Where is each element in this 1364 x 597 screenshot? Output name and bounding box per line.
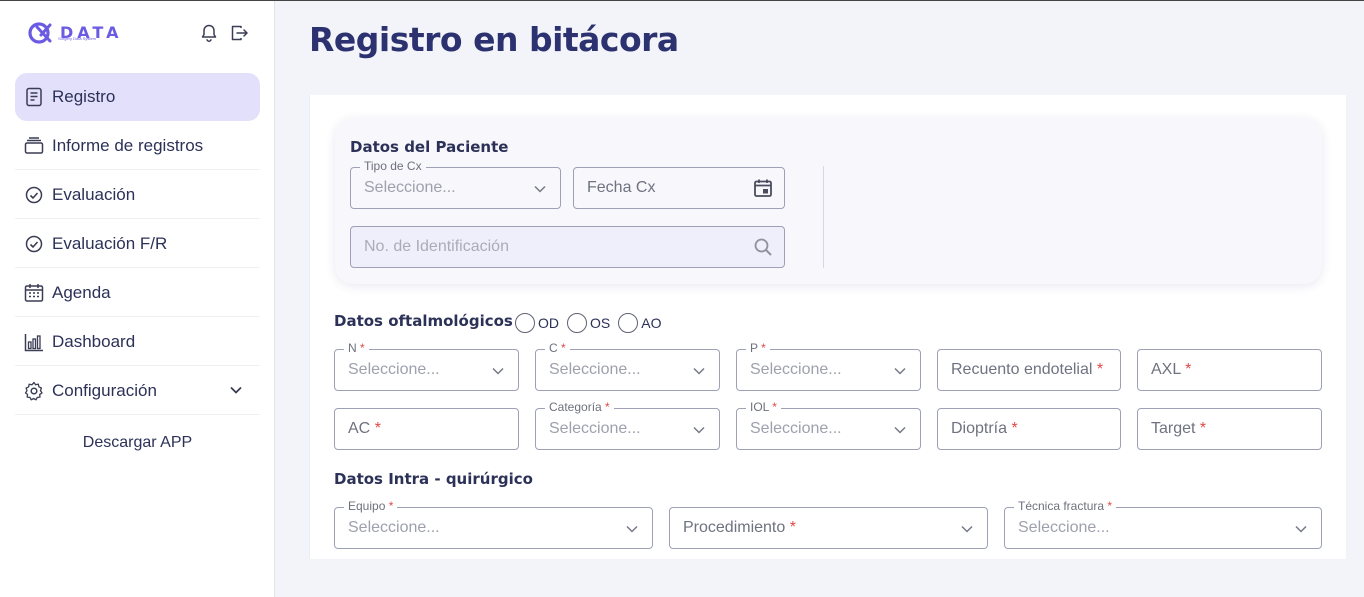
- logout-icon[interactable]: [229, 23, 249, 43]
- n-value: Seleccione...: [348, 361, 440, 378]
- sidebar-item-label: Configuración: [52, 380, 157, 400]
- page-title: Registro en bitácora: [309, 20, 679, 59]
- tecnica-fractura-value: Seleccione...: [1018, 519, 1110, 536]
- tipo-cx-value: Seleccione...: [364, 179, 456, 196]
- procedimiento-select[interactable]: Procedimiento *: [669, 507, 988, 549]
- check-circle-icon: [24, 185, 44, 205]
- intra-section-title: Datos Intra - quirúrgico: [334, 470, 533, 488]
- recuento-endotelial-input[interactable]: Recuento endotelial *: [937, 349, 1121, 391]
- fecha-cx-field[interactable]: Fecha Cx: [573, 167, 785, 209]
- check-circle-icon: [24, 234, 44, 254]
- iol-value: Seleccione...: [750, 420, 842, 437]
- n-select[interactable]: N * Seleccione...: [334, 341, 519, 391]
- procedimiento-placeholder: Procedimiento *: [683, 519, 796, 536]
- radio-circle: [515, 313, 535, 333]
- sidebar-item-label: Dashboard: [52, 331, 136, 351]
- equipo-value: Seleccione...: [348, 519, 440, 536]
- iol-select[interactable]: IOL * Seleccione...: [736, 400, 921, 450]
- sidebar-item-dashboard[interactable]: Dashboard: [15, 318, 260, 366]
- tecnica-fractura-select[interactable]: Técnica fractura * Seleccione...: [1004, 499, 1322, 549]
- c-label: C *: [545, 341, 570, 355]
- categoria-select[interactable]: Categoría * Seleccione...: [535, 400, 720, 450]
- calendar-icon: [24, 283, 44, 303]
- ac-placeholder: AC *: [348, 420, 381, 437]
- chevron-down-icon: [961, 525, 973, 533]
- search-icon[interactable]: [752, 236, 774, 258]
- radio-circle: [618, 313, 639, 333]
- bell-icon[interactable]: [199, 23, 219, 43]
- sidebar-item-label: Evaluación F/R: [52, 233, 168, 253]
- sidebar-item-configuracion[interactable]: Configuración: [15, 367, 260, 415]
- sidebar: DATA Surgery Data System Registro Inform…: [0, 1, 275, 597]
- sidebar-item-evaluacion-fr[interactable]: Evaluación F/R: [15, 220, 260, 268]
- equipo-label: Equipo *: [344, 499, 398, 513]
- radio-os-label: OS: [590, 315, 611, 331]
- axl-input[interactable]: AXL *: [1137, 349, 1322, 391]
- sidebar-item-agenda[interactable]: Agenda: [15, 269, 260, 317]
- dioptria-input[interactable]: Dioptría *: [937, 408, 1121, 450]
- sidebar-menu: Registro Informe de registros Evaluación…: [15, 73, 260, 416]
- vertical-divider: [823, 166, 824, 268]
- oftalmo-section-title: Datos oftalmológicos: [334, 312, 513, 330]
- chevron-down-icon: [693, 367, 705, 375]
- patient-card: Datos del Paciente Tipo de Cx Seleccione…: [335, 118, 1322, 284]
- sidebar-item-label: Informe de registros: [52, 135, 204, 155]
- radio-os[interactable]: OS: [567, 313, 610, 333]
- identification-placeholder: No. de Identificación: [364, 238, 509, 255]
- c-select[interactable]: C * Seleccione...: [535, 341, 720, 391]
- target-placeholder: Target *: [1151, 420, 1207, 437]
- sidebar-item-label: Agenda: [52, 282, 111, 302]
- chevron-down-icon[interactable]: [228, 382, 244, 398]
- sidebar-item-evaluacion[interactable]: Evaluación: [15, 171, 260, 219]
- tipo-cx-select[interactable]: Tipo de Cx Seleccione...: [350, 159, 561, 209]
- gear-icon: [24, 381, 44, 401]
- stack-icon: [24, 136, 44, 156]
- ac-input[interactable]: AC *: [334, 408, 519, 450]
- recuento-endotelial-placeholder: Recuento endotelial *: [951, 361, 1104, 378]
- axl-placeholder: AXL *: [1151, 361, 1192, 378]
- download-app-link[interactable]: Descargar APP: [0, 434, 275, 452]
- equipo-select[interactable]: Equipo * Seleccione...: [334, 499, 653, 549]
- sidebar-item-informe[interactable]: Informe de registros: [15, 122, 260, 170]
- logo-mark-icon: [28, 22, 52, 44]
- categoria-label: Categoría *: [545, 400, 614, 414]
- radio-od[interactable]: OD: [515, 313, 559, 333]
- radio-circle: [567, 313, 587, 333]
- radio-od-label: OD: [538, 315, 559, 331]
- tecnica-fractura-label: Técnica fractura *: [1014, 499, 1117, 513]
- dioptria-placeholder: Dioptría *: [951, 420, 1018, 437]
- sidebar-item-registro[interactable]: Registro: [15, 73, 260, 121]
- chevron-down-icon: [492, 367, 504, 375]
- iol-label: IOL *: [746, 400, 781, 414]
- n-label: N *: [344, 341, 369, 355]
- chevron-down-icon: [534, 185, 546, 193]
- header-actions: [199, 23, 249, 43]
- p-select[interactable]: P * Seleccione...: [736, 341, 921, 391]
- chevron-down-icon: [894, 367, 906, 375]
- form-panel: Datos del Paciente Tipo de Cx Seleccione…: [309, 95, 1346, 559]
- radio-ao-label: AO: [641, 315, 662, 331]
- logo-subtitle: Surgery Data System: [58, 36, 97, 41]
- p-value: Seleccione...: [750, 361, 842, 378]
- calendar-icon[interactable]: [752, 177, 774, 199]
- chevron-down-icon: [626, 525, 638, 533]
- patient-section-title: Datos del Paciente: [350, 138, 509, 156]
- bar-chart-icon: [24, 332, 44, 352]
- chevron-down-icon: [693, 426, 705, 434]
- sidebar-item-label: Evaluación: [52, 184, 136, 204]
- radio-ao[interactable]: AO: [618, 313, 661, 333]
- chevron-down-icon: [894, 426, 906, 434]
- fecha-cx-placeholder: Fecha Cx: [587, 179, 656, 196]
- identification-search-input[interactable]: No. de Identificación: [350, 226, 785, 268]
- eye-radio-group: OD OS AO: [515, 313, 665, 333]
- c-value: Seleccione...: [549, 361, 641, 378]
- chevron-down-icon: [1295, 525, 1307, 533]
- document-icon: [24, 87, 44, 107]
- tipo-cx-label: Tipo de Cx: [360, 159, 426, 173]
- p-label: P *: [746, 341, 770, 355]
- app-logo[interactable]: DATA Surgery Data System: [28, 21, 122, 45]
- target-input[interactable]: Target *: [1137, 408, 1322, 450]
- categoria-value: Seleccione...: [549, 420, 641, 437]
- sidebar-item-label: Registro: [52, 87, 116, 106]
